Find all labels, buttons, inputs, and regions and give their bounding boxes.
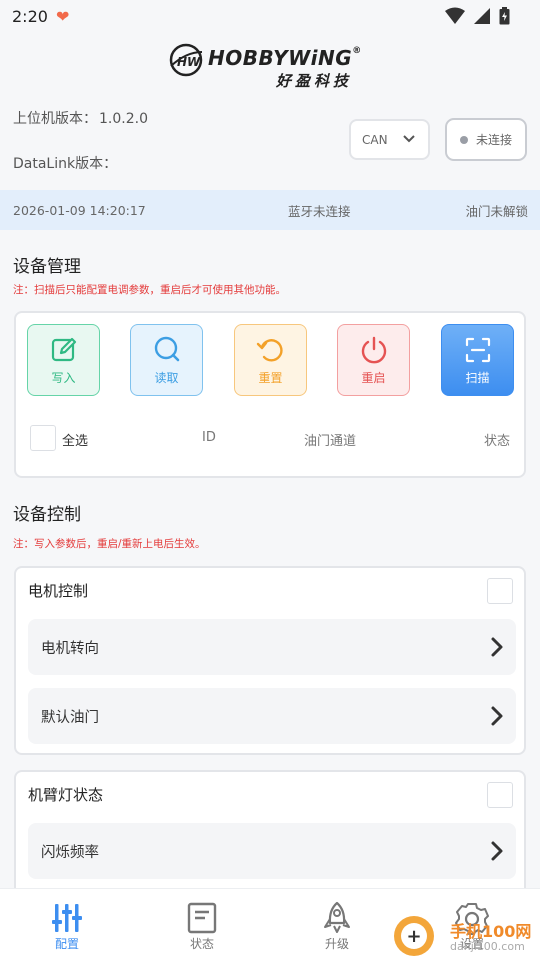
- watermark-logo-icon: +: [394, 916, 434, 956]
- connect-label: 未连接: [475, 133, 512, 147]
- watermark-text: 手机100网: [450, 922, 532, 941]
- flash-frequency-row[interactable]: 闪烁频率: [28, 823, 516, 879]
- tab-status-label: 状态: [189, 937, 214, 951]
- write-label: 写入: [51, 371, 76, 385]
- status-icons: [445, 7, 510, 25]
- power-icon: [361, 336, 386, 364]
- status-time: 2:20: [12, 6, 48, 26]
- motor-control-title: 电机控制: [28, 582, 89, 600]
- scan-label: 扫描: [465, 371, 490, 385]
- pc-version: 上位机版本： 1.0.2.0: [13, 111, 148, 127]
- brand-name: HOBBYWiNG®: [208, 46, 362, 70]
- restart-label: 重启: [361, 371, 386, 385]
- default-throttle-row[interactable]: 默认油门: [28, 688, 516, 744]
- device-control-note: 注：写入参数后，重启/重新上电后生效。: [13, 538, 206, 550]
- watermark: + 手机100网 danji100.com: [390, 910, 540, 960]
- svg-text:HW: HW: [177, 55, 201, 69]
- tab-status[interactable]: 状态: [162, 901, 242, 952]
- brand-tagline: 好盈科技: [276, 72, 353, 90]
- watermark-url: danji100.com: [450, 940, 525, 953]
- motor-direction-label: 电机转向: [41, 640, 99, 657]
- hobbywing-logo: HW HOBBYWiNG® 好盈科技: [168, 40, 378, 90]
- motor-control-checkbox[interactable]: [487, 578, 513, 604]
- arm-light-checkbox[interactable]: [487, 782, 513, 808]
- info-strip: 2026-01-09 14:20:17 蓝牙未连接 油门未解锁: [0, 190, 540, 230]
- select-all-label[interactable]: 全选: [62, 430, 88, 449]
- connect-button[interactable]: 未连接: [445, 118, 527, 161]
- column-id: ID: [202, 430, 216, 445]
- datetime: 2026-01-09 14:20:17: [13, 202, 146, 218]
- read-label: 读取: [154, 371, 179, 385]
- device-management-note: 注：扫描后只能配置电调参数，重启后才可使用其他功能。: [13, 284, 286, 296]
- arm-light-title: 机臂灯状态: [28, 786, 104, 804]
- tab-upgrade-label: 升级: [324, 937, 349, 951]
- write-button[interactable]: 写入: [27, 324, 100, 396]
- rocket-icon: [320, 901, 354, 935]
- reset-label: 重置: [258, 371, 283, 385]
- bus-select-value: CAN: [362, 132, 388, 147]
- column-status: 状态: [483, 434, 510, 449]
- flash-frequency-label: 闪烁频率: [41, 844, 99, 861]
- tab-config-label: 配置: [54, 937, 79, 951]
- default-throttle-label: 默认油门: [41, 709, 99, 726]
- bus-select[interactable]: CAN: [349, 119, 430, 160]
- sliders-icon: [50, 901, 84, 935]
- throttle-status: 油门未解锁: [465, 203, 528, 219]
- column-throttle-channel: 油门通道: [304, 434, 357, 449]
- chevron-down-icon: [403, 135, 415, 143]
- read-button[interactable]: 读取: [130, 324, 203, 396]
- bluetooth-status: 蓝牙未连接: [288, 203, 351, 219]
- battery-icon: [499, 7, 510, 25]
- status-bar: 2:20 ❤: [0, 0, 540, 32]
- document-icon: [185, 901, 219, 935]
- device-management-card: 写入 读取 重置 重启 扫描 全选 ID 油门通道 状态: [14, 311, 526, 478]
- chevron-right-icon: [491, 637, 503, 657]
- scan-icon: [465, 337, 490, 363]
- chevron-right-icon: [491, 706, 503, 726]
- edit-icon: [51, 337, 76, 362]
- reset-button[interactable]: 重置: [234, 324, 307, 396]
- signal-icon: [474, 8, 490, 24]
- scan-button[interactable]: 扫描: [441, 324, 514, 396]
- datalink-version: DataLink版本：: [13, 156, 118, 172]
- select-all-checkbox[interactable]: [30, 425, 56, 451]
- wifi-icon: [445, 7, 465, 24]
- tab-upgrade[interactable]: 升级: [297, 901, 377, 952]
- chevron-right-icon: [491, 841, 503, 861]
- reset-icon: [256, 339, 283, 362]
- motor-control-card: 电机控制 电机转向 默认油门: [14, 566, 526, 755]
- search-icon: [154, 336, 179, 362]
- device-control-title: 设备控制: [13, 505, 81, 525]
- motor-direction-row[interactable]: 电机转向: [28, 619, 516, 675]
- tab-config[interactable]: 配置: [27, 901, 107, 952]
- connection-dot-icon: [459, 135, 468, 144]
- hw-emblem-icon: HW: [169, 43, 203, 77]
- device-management-title: 设备管理: [13, 257, 81, 277]
- heart-icon: ❤: [55, 6, 70, 26]
- restart-button[interactable]: 重启: [337, 324, 410, 396]
